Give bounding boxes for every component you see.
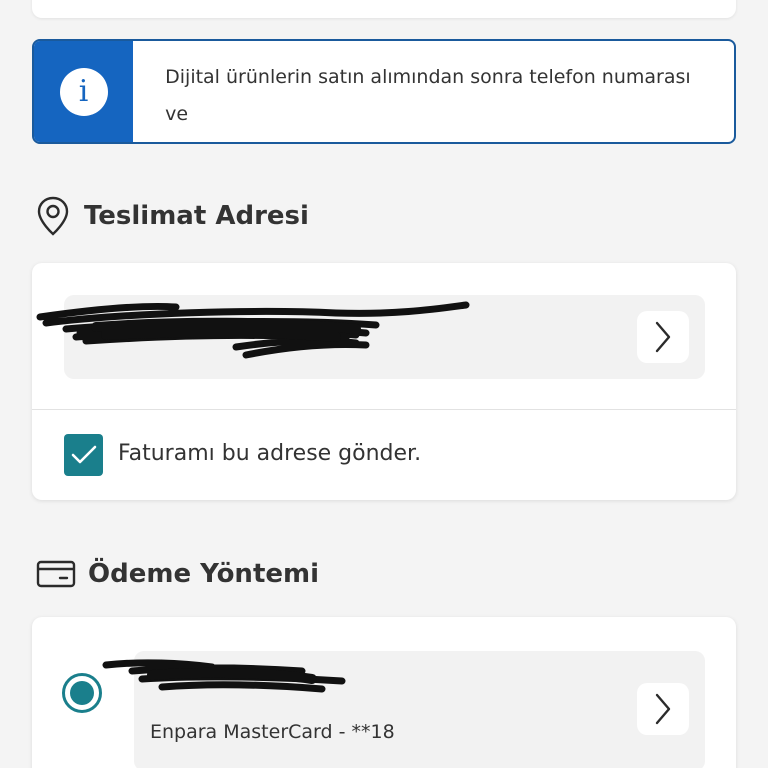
payment-chevron-button[interactable] (637, 683, 689, 735)
payment-section-header: Ödeme Yöntemi (36, 554, 319, 594)
info-banner: i Dijital ürünlerin satın alımından sonr… (32, 39, 736, 144)
chevron-right-icon (655, 693, 671, 725)
payment-section-title: Ödeme Yöntemi (88, 559, 320, 589)
payment-method-card: Enpara MasterCard - **18 (32, 617, 736, 768)
previous-card (32, 0, 736, 18)
chevron-right-icon (655, 321, 671, 353)
invoice-address-label: Faturamı bu adrese gönder. (118, 441, 422, 466)
card-divider (32, 409, 736, 410)
radio-selected-dot (70, 681, 94, 705)
delivery-section-header: Teslimat Adresi (36, 196, 309, 236)
address-chevron-button[interactable] (637, 311, 689, 363)
info-icon: i (59, 67, 108, 116)
delivery-section-title: Teslimat Adresi (84, 201, 309, 231)
location-pin-icon (37, 196, 69, 236)
info-message-line-1: Dijital ürünlerin satın alımından sonra … (165, 66, 691, 125)
checkmark-icon (71, 445, 96, 464)
info-message-line-2: e-posta değişimi yapılamamaktadır. (165, 133, 704, 142)
redaction-scribble (36, 301, 470, 359)
credit-card-icon (36, 560, 76, 588)
info-banner-side: i (34, 41, 134, 142)
redaction-scribble (102, 659, 346, 693)
info-message: Dijital ürünlerin satın alımından sonra … (133, 41, 734, 142)
invoice-address-checkbox[interactable] (64, 434, 103, 476)
payment-card-label: Enpara MasterCard - **18 (150, 721, 395, 743)
payment-method-radio[interactable] (62, 673, 102, 713)
delivery-address-card: Faturamı bu adrese gönder. (32, 263, 736, 500)
